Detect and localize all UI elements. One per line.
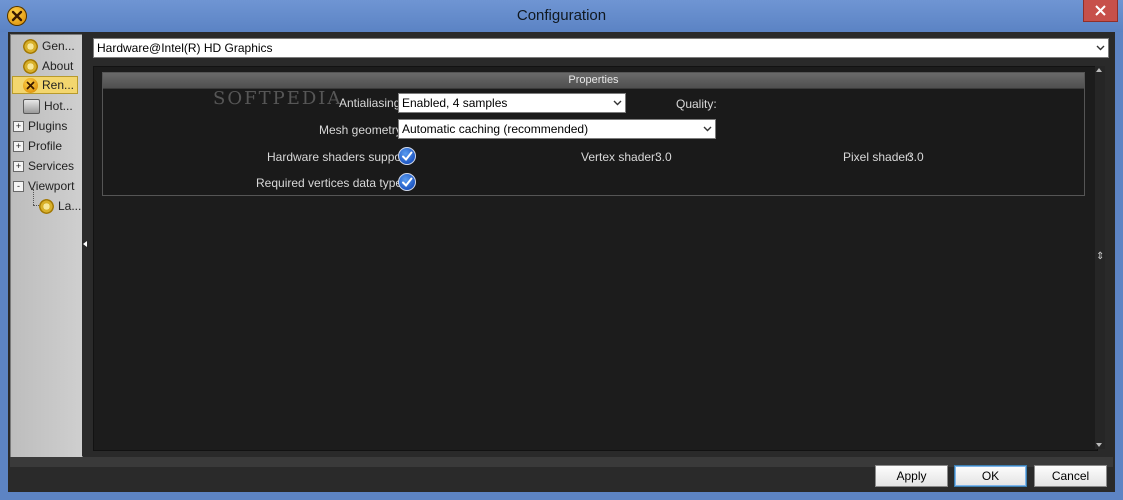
expand-icon[interactable]: + <box>13 140 24 152</box>
sidebar-item-plugins[interactable]: + Plugins <box>11 117 67 135</box>
vertices-data-types-label: Required vertices data types: <box>256 176 412 190</box>
cancel-button[interactable]: Cancel <box>1034 465 1107 487</box>
device-dropdown-value: Hardware@Intel(R) HD Graphics <box>97 41 273 55</box>
antialiasing-value: Enabled, 4 samples <box>402 96 508 110</box>
collapse-icon[interactable]: - <box>13 180 24 192</box>
vertex-shader-value: 3.0 <box>655 150 672 164</box>
sidebar-item-label: Plugins <box>28 119 68 133</box>
sidebar-item-label: Ren... <box>42 78 75 92</box>
sidebar-item-label: Gen... <box>42 39 75 53</box>
pixel-shader-value: 3.0 <box>907 150 924 164</box>
scroll-grip-icon[interactable]: ⇕ <box>1096 252 1104 262</box>
checkmark-icon <box>402 151 413 162</box>
gear-icon <box>39 198 54 214</box>
expand-icon[interactable]: + <box>13 160 24 172</box>
keyboard-icon <box>23 98 40 114</box>
sidebar-item-general[interactable]: Gen... <box>23 37 75 55</box>
sidebar-item-services[interactable]: + Services <box>11 157 74 175</box>
window-title: Configuration <box>516 7 607 24</box>
properties-header: Properties <box>103 73 1084 89</box>
close-icon <box>1095 5 1106 16</box>
checkmark-icon <box>402 177 413 188</box>
sidebar-item-label: Services <box>28 159 75 173</box>
collapse-arrow-icon[interactable] <box>83 241 87 247</box>
sidebar-tree: Gen... About Ren... Hot... + Plugins + P… <box>10 34 83 458</box>
sidebar-item-label: La... <box>58 199 82 213</box>
hardware-shaders-checkbox[interactable] <box>398 147 416 165</box>
gear-icon <box>23 38 38 54</box>
sidebar-item-label: Profile <box>28 139 63 153</box>
mesh-geometry-dropdown[interactable]: Automatic caching (recommended) <box>398 119 716 139</box>
device-dropdown[interactable]: Hardware@Intel(R) HD Graphics <box>93 38 1109 58</box>
sidebar-item-label: About <box>42 59 74 73</box>
sidebar-item-render[interactable]: Ren... <box>12 76 78 94</box>
sidebar-item-label: Hot... <box>44 99 73 113</box>
antialiasing-dropdown[interactable]: Enabled, 4 samples <box>398 93 626 113</box>
chevron-down-icon[interactable] <box>609 94 625 112</box>
quality-label: Quality: <box>676 97 717 111</box>
vertices-data-types-checkbox[interactable] <box>398 173 416 191</box>
vertical-scrollbar[interactable]: ⇕ <box>1095 66 1105 449</box>
apply-button[interactable]: Apply <box>875 465 948 487</box>
sidebar-item-hotkeys[interactable]: Hot... <box>23 97 73 115</box>
sidebar-splitter[interactable] <box>82 34 91 456</box>
sidebar-item-profile[interactable]: + Profile <box>11 137 62 155</box>
ok-button[interactable]: OK <box>954 465 1027 487</box>
expand-icon[interactable]: + <box>13 120 24 132</box>
gear-icon <box>23 58 38 74</box>
sidebar-item-viewport[interactable]: - Viewport <box>11 177 74 195</box>
scroll-up-icon[interactable] <box>1096 68 1102 72</box>
antialiasing-label: Antialiasing: <box>339 96 404 110</box>
title-bar: Configuration <box>0 0 1123 32</box>
tree-connector <box>33 189 34 205</box>
sidebar-item-about[interactable]: About <box>23 57 73 75</box>
hardware-shaders-label: Hardware shaders support: <box>267 150 412 164</box>
render-icon <box>23 77 38 93</box>
chevron-down-icon[interactable] <box>699 120 715 138</box>
sidebar-item-label: Viewport <box>28 179 75 193</box>
mesh-geometry-label: Mesh geometry: <box>319 123 406 137</box>
vertex-shader-label: Vertex shader: <box>581 150 659 164</box>
close-button[interactable] <box>1083 0 1118 22</box>
window-client: Gen... About Ren... Hot... + Plugins + P… <box>8 32 1115 492</box>
chevron-down-icon[interactable] <box>1092 39 1108 57</box>
scroll-down-icon[interactable] <box>1096 443 1102 447</box>
sidebar-item-layout[interactable]: La... <box>39 197 81 215</box>
mesh-geometry-value: Automatic caching (recommended) <box>402 122 589 136</box>
pixel-shader-label: Pixel shader: <box>843 150 913 164</box>
